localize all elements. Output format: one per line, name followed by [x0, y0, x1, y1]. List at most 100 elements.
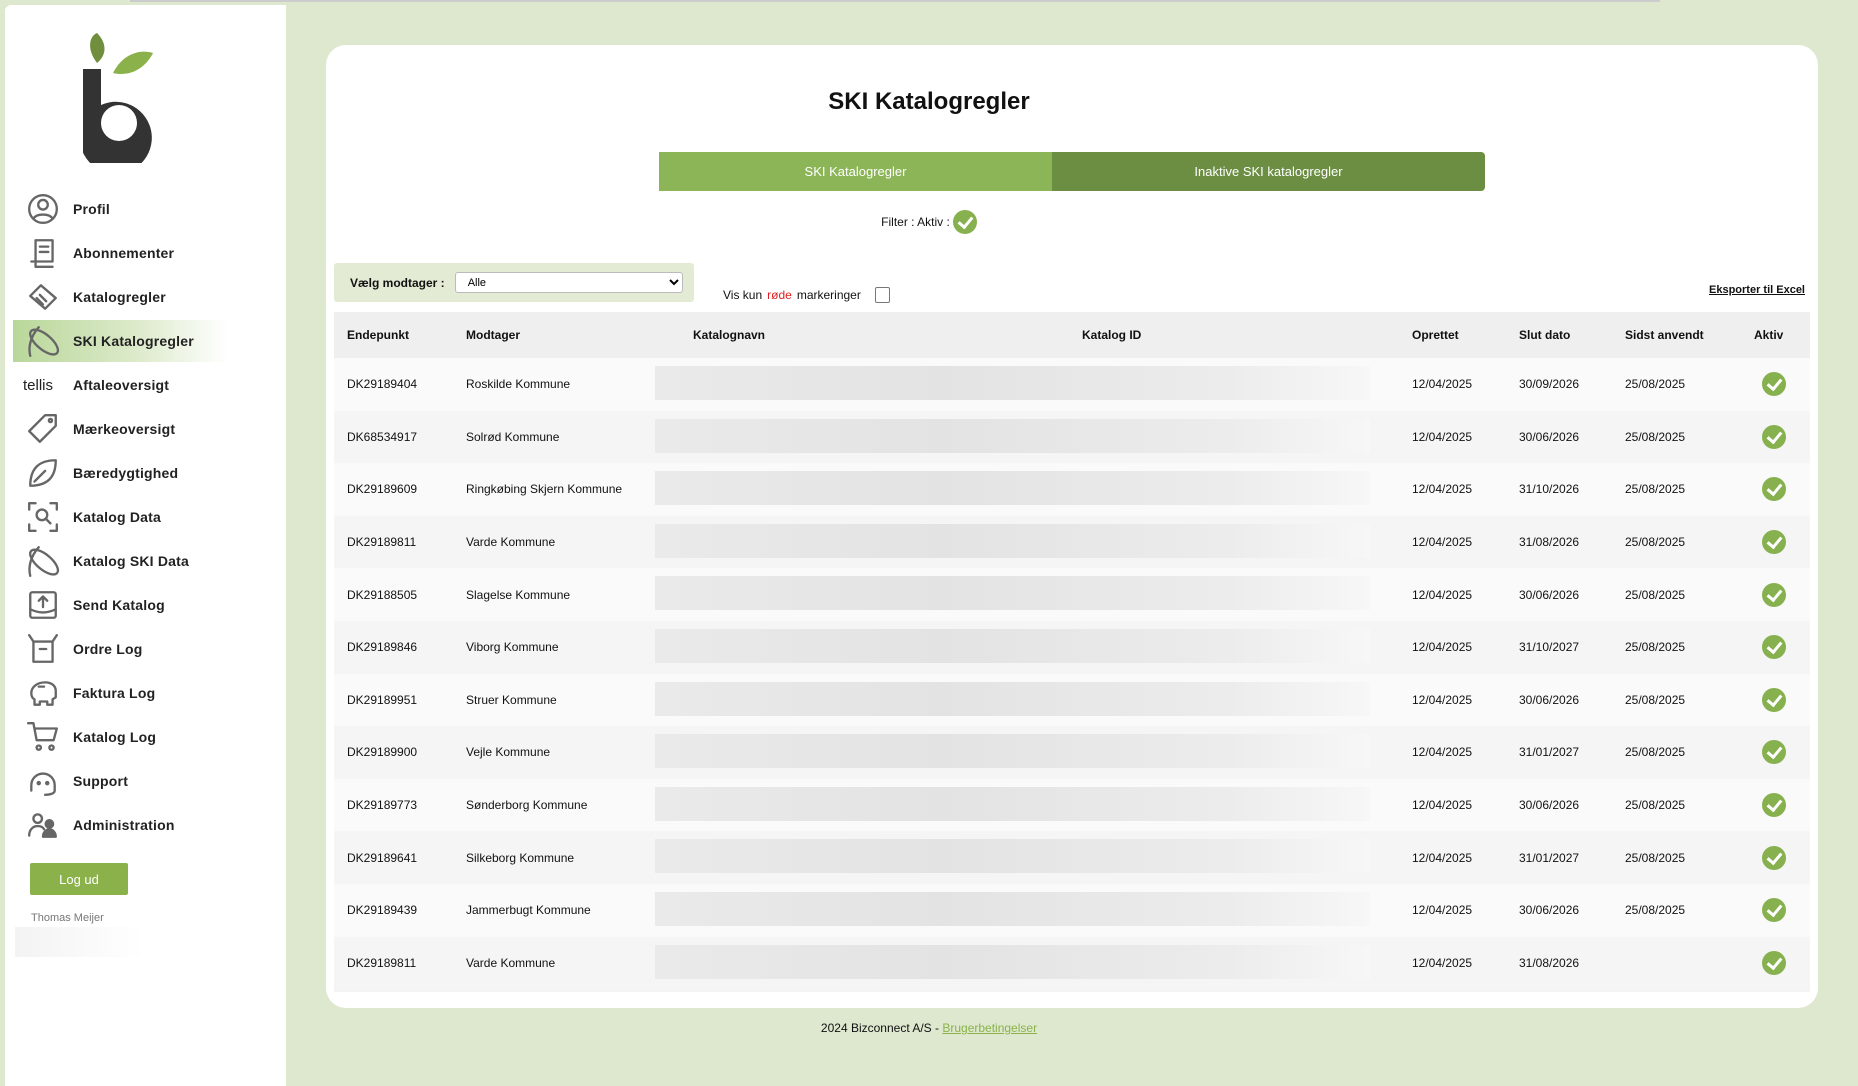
- table-row[interactable]: DK29189811 Varde Kommune 12/04/2025 31/08/2…: [334, 515, 1810, 569]
- cell-sidst: 25/08/2025: [1625, 482, 1686, 497]
- redacted-catalog-info: [655, 892, 1370, 926]
- redacted-catalog-info: [655, 576, 1370, 611]
- sidebar-item-label: Katalogregler: [73, 289, 166, 305]
- cell-endepunkt: DK29189439: [347, 903, 418, 918]
- check-circle-icon: [952, 210, 977, 234]
- column-header[interactable]: Sidst anvendt: [1625, 328, 1704, 342]
- redacted-user-info: [15, 927, 145, 957]
- sidebar-item-label: Katalog SKI Data: [73, 553, 189, 569]
- sidebar-item-abonnementer[interactable]: Abonnementer: [13, 232, 228, 274]
- red-only-label-post: markeringer: [796, 288, 861, 302]
- tab-ski-katalogregler[interactable]: SKI Katalogregler: [659, 152, 1052, 191]
- redacted-catalog-info: [655, 944, 1370, 979]
- column-header[interactable]: Oprettet: [1412, 328, 1459, 342]
- column-header[interactable]: Slut dato: [1519, 328, 1570, 342]
- red-only-label-pre: Vis kun: [723, 288, 763, 302]
- sidebar-item-label: Aftaleoversigt: [73, 377, 170, 393]
- recipient-filter: Vælg modtager : Alle: [334, 263, 694, 302]
- cell-modtager: Struer Kommune: [466, 692, 557, 707]
- recipient-select[interactable]: Alle: [454, 272, 683, 293]
- tag-icon: [23, 411, 63, 447]
- column-header[interactable]: Endepunkt: [347, 328, 409, 342]
- table-row[interactable]: DK29189641 Silkeborg Kommune 12/04/2025 31/…: [334, 831, 1810, 884]
- sidebar-item-katalog-data[interactable]: Katalog Data: [13, 496, 228, 538]
- cell-oprettet: 12/04/2025: [1412, 692, 1473, 707]
- cell-endepunkt: DK29189811: [347, 535, 417, 550]
- table-header: Endepunkt Modtager Katalognavn Katalog I…: [334, 312, 1810, 358]
- rules-table: Endepunkt Modtager Katalognavn Katalog I…: [334, 312, 1810, 992]
- cell-endepunkt: DK29189609: [347, 482, 418, 497]
- sidebar-item-send-katalog[interactable]: Send Katalog: [13, 584, 228, 626]
- footer: 2024 Bizconnect A/S - Brugerbetingelser: [0, 1021, 1858, 1035]
- terms-link[interactable]: Brugerbetingelser: [942, 1021, 1037, 1035]
- cell-modtager: Roskilde Kommune: [466, 377, 571, 392]
- table-row[interactable]: DK29188505 Slagelse Kommune 12/04/2025 30/0…: [334, 568, 1810, 621]
- filter-label: Filter : Aktiv :: [881, 215, 950, 229]
- sidebar-item-label: Katalog Data: [73, 509, 161, 525]
- sidebar-item-label: Support: [73, 773, 129, 789]
- active-check-icon: [1762, 424, 1786, 449]
- sidebar-item-faktura-log[interactable]: Faktura Log: [13, 672, 228, 714]
- sidebar: Profil Abonnementer Katalogregler SKI Katal…: [5, 5, 286, 1086]
- export-excel-link[interactable]: Eksporter til Excel: [1709, 284, 1805, 296]
- table-row[interactable]: DK29189846 Viborg Kommune 12/04/2025 31/10/…: [334, 621, 1810, 674]
- sidebar-item-label: Mærkeoversigt: [73, 421, 176, 437]
- cell-oprettet: 12/04/2025: [1412, 429, 1473, 444]
- table-row[interactable]: DK29189609 Ringkøbing Skjern Kommune 12/04…: [334, 463, 1810, 516]
- cell-slut: 31/08/2026: [1519, 535, 1580, 550]
- sidebar-item-katalogregler[interactable]: Katalogregler: [13, 276, 228, 318]
- red-only-label-red: røde: [767, 288, 792, 302]
- sidebar-item-label: SKI Katalogregler: [73, 333, 194, 349]
- cell-modtager: Jammerbugt Kommune: [466, 903, 591, 918]
- table-row[interactable]: DK68534917 Solrød Kommune 12/04/2025 30/06/…: [334, 410, 1810, 464]
- table-row[interactable]: DK29189404 Roskilde Kommune 12/04/2025 30/0…: [334, 358, 1810, 411]
- sidebar-item-ski-katalogregler[interactable]: SKI Katalogregler: [13, 320, 228, 362]
- receipt-icon: [23, 235, 63, 271]
- cell-endepunkt: DK29189951: [347, 692, 418, 707]
- upload-tray-icon: [23, 587, 63, 623]
- cell-oprettet: 12/04/2025: [1412, 850, 1473, 865]
- cell-sidst: 25/08/2025: [1625, 692, 1686, 707]
- table-row[interactable]: DK29189900 Vejle Kommune 12/04/2025 31/01/2…: [334, 726, 1810, 779]
- sidebar-item-label: Abonnementer: [73, 245, 175, 261]
- active-check-icon: [1762, 687, 1786, 712]
- piggy-bank-icon: [23, 675, 63, 711]
- table-row[interactable]: DK29189811 Varde Kommune 12/04/2025 31/08/2…: [334, 936, 1810, 990]
- table-row[interactable]: DK29189773 Sønderborg Kommune 12/04/2025 30…: [334, 778, 1810, 832]
- sidebar-item-b-redygtighed[interactable]: Bæredygtighed: [13, 452, 228, 494]
- search-scan-icon: [23, 499, 63, 535]
- cell-slut: 30/06/2026: [1519, 692, 1580, 707]
- table-row[interactable]: DK29189439 Jammerbugt Kommune 12/04/2025 30…: [334, 884, 1810, 937]
- cell-endepunkt: DK29189773: [347, 798, 418, 813]
- sidebar-item-katalog-ski-data[interactable]: Katalog SKI Data: [13, 540, 228, 582]
- redacted-catalog-info: [655, 839, 1370, 874]
- sidebar-item-ordre-log[interactable]: Ordre Log: [13, 628, 228, 670]
- cell-sidst: 25/08/2025: [1625, 640, 1686, 655]
- table-row[interactable]: DK29189951 Struer Kommune 12/04/2025 30/06/…: [334, 673, 1810, 727]
- tellis-logo-icon: tellis: [23, 376, 54, 394]
- tab-inaktive-ski-katalogregler[interactable]: Inaktive SKI katalogregler: [1052, 152, 1485, 191]
- sidebar-item-katalog-log[interactable]: Katalog Log: [13, 716, 228, 758]
- logout-button[interactable]: Log ud: [30, 863, 128, 895]
- active-check-icon: [1762, 950, 1786, 975]
- column-header[interactable]: Katalog ID: [1082, 328, 1141, 342]
- cell-sidst: 25/08/2025: [1625, 850, 1686, 865]
- sidebar-item-support[interactable]: Support: [13, 760, 228, 802]
- cell-modtager: Ringkøbing Skjern Kommune: [466, 482, 623, 497]
- active-check-icon: [1762, 793, 1786, 818]
- redacted-catalog-info: [655, 681, 1370, 716]
- cell-endepunkt: DK29189900: [347, 745, 418, 760]
- sidebar-item-aftaleoversigt[interactable]: tellis Aftaleoversigt: [13, 364, 228, 406]
- cell-modtager: Viborg Kommune: [466, 640, 559, 655]
- sidebar-item-m-rkeoversigt[interactable]: Mærkeoversigt: [13, 408, 228, 450]
- handshake-icon: [23, 279, 63, 315]
- red-only-checkbox[interactable]: [874, 287, 890, 303]
- select-label: Vælg modtager :: [350, 275, 445, 290]
- redacted-catalog-info: [655, 418, 1370, 453]
- sidebar-item-administration[interactable]: Administration: [13, 804, 228, 846]
- column-header[interactable]: Katalognavn: [693, 328, 765, 342]
- cell-sidst: 25/08/2025: [1625, 429, 1686, 444]
- user-name: Thomas Meijer: [31, 912, 104, 924]
- column-header[interactable]: Aktiv: [1754, 328, 1783, 342]
- column-header[interactable]: Modtager: [466, 328, 520, 342]
